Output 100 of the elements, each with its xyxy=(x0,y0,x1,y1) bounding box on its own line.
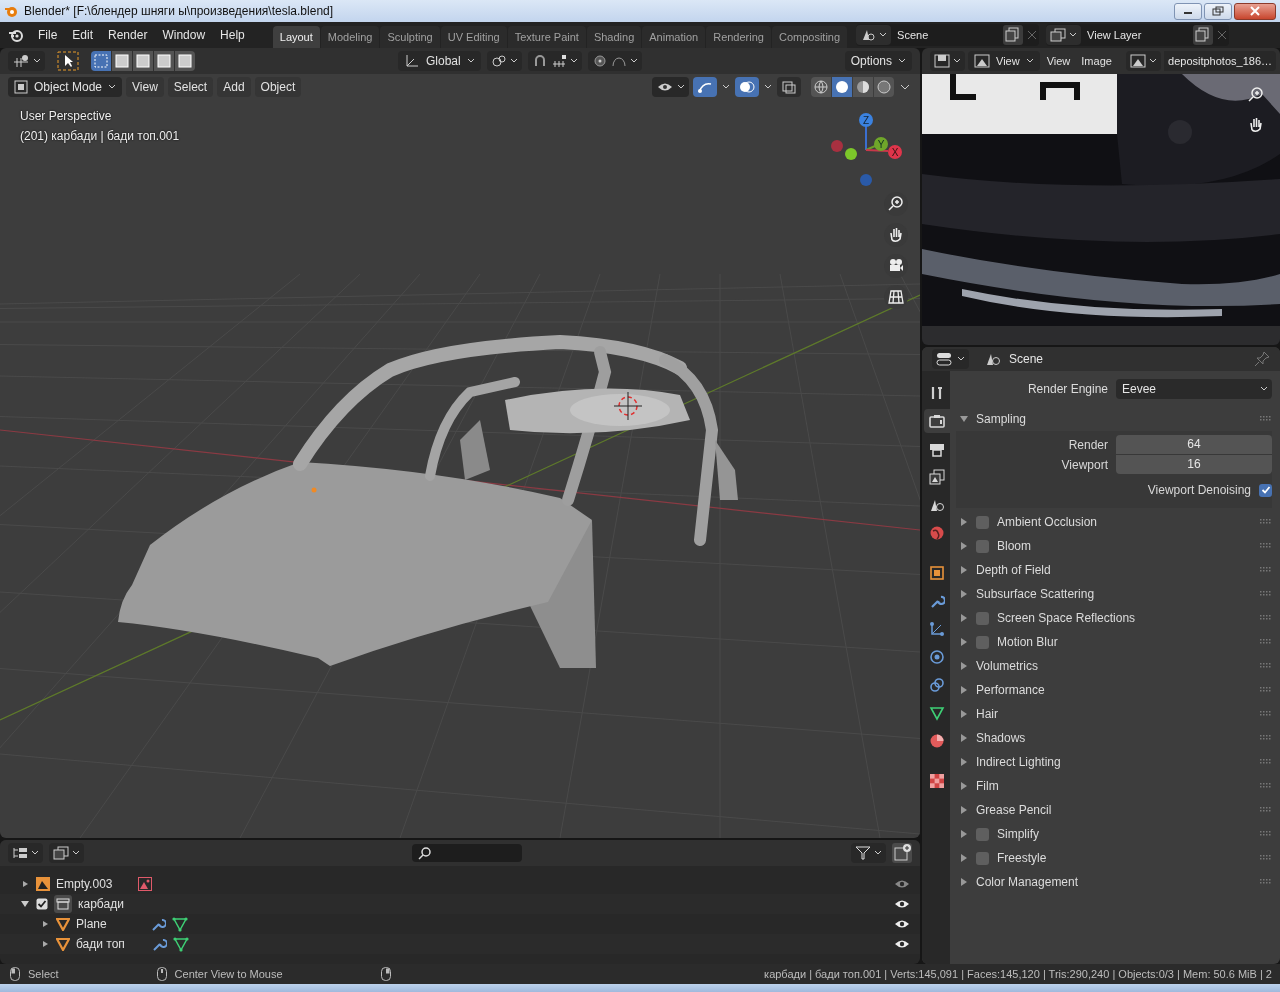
expand-arrow-icon[interactable] xyxy=(960,590,968,598)
eye-icon[interactable] xyxy=(894,898,910,910)
expand-arrow-icon[interactable] xyxy=(960,710,968,718)
wireframe-shading-button[interactable] xyxy=(811,77,831,97)
eye-icon[interactable] xyxy=(894,918,910,930)
drag-handle-icon[interactable] xyxy=(1260,591,1272,597)
expand-arrow-icon[interactable] xyxy=(960,734,968,742)
search-field[interactable] xyxy=(412,844,522,862)
rendered-shading-button[interactable] xyxy=(874,77,894,97)
axis-handle[interactable]: X xyxy=(888,145,902,159)
panel-title[interactable]: Depth of Field xyxy=(976,563,1051,577)
workspace-tab[interactable]: Rendering xyxy=(706,26,771,48)
workspace-tab[interactable]: Modeling xyxy=(320,26,380,48)
drag-handle-icon[interactable] xyxy=(1260,879,1272,885)
render-engine-dropdown[interactable]: Eevee xyxy=(1116,379,1272,399)
material-shading-button[interactable] xyxy=(853,77,873,97)
solid-shading-button[interactable] xyxy=(832,77,852,97)
render-tab[interactable] xyxy=(924,409,950,433)
panel-title[interactable]: Volumetrics xyxy=(976,659,1039,673)
view-layer-selector-button[interactable] xyxy=(1046,25,1082,45)
pivot-point-dropdown[interactable] xyxy=(486,51,522,71)
panel-title[interactable]: Grease Pencil xyxy=(976,803,1052,817)
proportional-editing-button[interactable] xyxy=(587,51,642,71)
gizmo-toggle-button[interactable] xyxy=(693,77,717,97)
filter-dropdown[interactable] xyxy=(851,843,886,863)
editor-type-button[interactable] xyxy=(932,349,969,369)
duplicate-icon[interactable] xyxy=(1003,25,1024,45)
checkbox[interactable] xyxy=(976,611,989,625)
select-mode-button[interactable] xyxy=(91,51,111,71)
panel-title[interactable]: Shadows xyxy=(976,731,1026,745)
image-browse-button[interactable] xyxy=(1126,51,1162,71)
drag-handle-icon[interactable] xyxy=(1260,639,1272,645)
expand-arrow-icon[interactable] xyxy=(960,782,968,790)
expand-arrow-icon[interactable] xyxy=(20,899,30,909)
panel-title[interactable]: Freestyle xyxy=(997,851,1047,865)
close-button[interactable] xyxy=(1234,2,1276,20)
expand-arrow-icon[interactable] xyxy=(960,542,968,550)
workspace-tab[interactable]: Compositing xyxy=(771,26,848,48)
expand-arrow-icon[interactable] xyxy=(960,614,968,622)
drag-handle-icon[interactable] xyxy=(1260,567,1272,573)
overlays-toggle-button[interactable] xyxy=(735,77,759,97)
drag-handle-icon[interactable] xyxy=(1260,759,1272,765)
panel-title[interactable]: Hair xyxy=(976,707,998,721)
drag-handle-icon[interactable] xyxy=(1260,783,1272,789)
expand-arrow-icon[interactable] xyxy=(960,638,968,646)
drag-handle-icon[interactable] xyxy=(1260,735,1272,741)
editor-type-button[interactable] xyxy=(930,51,965,71)
drag-handle-icon[interactable] xyxy=(1260,831,1272,837)
number-field[interactable]: 64 xyxy=(1116,435,1272,454)
image-name-field[interactable]: depositphotos_186… xyxy=(1164,51,1276,71)
expand-arrow-icon[interactable] xyxy=(42,920,50,928)
panel-title[interactable]: Sampling xyxy=(976,412,1027,426)
menu-item[interactable]: Render xyxy=(101,25,155,45)
menu-item[interactable]: File xyxy=(31,25,65,45)
menu-button[interactable]: Add xyxy=(217,77,251,97)
blender-menu-icon[interactable] xyxy=(8,27,24,43)
checkbox[interactable] xyxy=(36,898,48,910)
checkbox[interactable] xyxy=(976,515,989,529)
checkbox[interactable] xyxy=(976,635,989,649)
axis-handle[interactable] xyxy=(845,148,857,160)
workspace-tab[interactable]: Animation xyxy=(642,26,706,48)
expand-arrow-icon[interactable] xyxy=(960,518,968,526)
workspace-tab[interactable]: Shading xyxy=(586,26,642,48)
expand-arrow-icon[interactable] xyxy=(42,940,50,948)
workspace-tab[interactable]: Sculpting xyxy=(380,26,440,48)
zoom-icon[interactable] xyxy=(1246,84,1266,104)
outliner-item[interactable]: бади топ xyxy=(76,937,125,951)
checkbox[interactable] xyxy=(976,539,989,553)
minimize-button[interactable] xyxy=(1174,2,1202,20)
axis-handle[interactable]: Y xyxy=(874,137,888,151)
panel-title[interactable]: Screen Space Reflections xyxy=(997,611,1136,625)
outliner-item[interactable]: Plane xyxy=(76,917,124,931)
snap-button[interactable] xyxy=(527,51,582,71)
panel-title[interactable]: Color Management xyxy=(976,875,1079,889)
axis-handle[interactable]: Z xyxy=(859,113,873,127)
expand-arrow-icon[interactable] xyxy=(960,686,968,694)
panel-title[interactable]: Motion Blur xyxy=(997,635,1058,649)
editor-type-button[interactable] xyxy=(8,51,45,71)
expand-arrow-icon[interactable] xyxy=(960,662,968,670)
menu-button[interactable]: Select xyxy=(167,77,214,97)
checkbox[interactable] xyxy=(1259,483,1272,497)
menu-item[interactable]: Window xyxy=(155,25,213,45)
outliner-item[interactable]: Empty.003 xyxy=(56,877,113,891)
panel-title[interactable]: Performance xyxy=(976,683,1045,697)
number-field[interactable]: 16 xyxy=(1116,455,1272,474)
expand-arrow-icon[interactable] xyxy=(960,830,968,838)
select-mode-button[interactable] xyxy=(175,51,195,71)
expand-arrow-icon[interactable] xyxy=(960,806,968,814)
drag-handle-icon[interactable] xyxy=(1260,416,1272,422)
axis-handle[interactable] xyxy=(831,140,843,152)
menu-button[interactable]: View xyxy=(126,77,164,97)
view-mode-dropdown[interactable]: View xyxy=(968,51,1040,71)
workspace-tab[interactable]: Texture Paint xyxy=(507,26,586,48)
visibility-dropdown[interactable] xyxy=(652,77,689,97)
drag-handle-icon[interactable] xyxy=(1260,807,1272,813)
transform-orientation-dropdown[interactable]: Global xyxy=(398,51,481,71)
object-mode-dropdown[interactable]: Object Mode xyxy=(8,77,123,97)
drag-handle-icon[interactable] xyxy=(1260,663,1272,669)
select-tool-icon[interactable] xyxy=(57,51,79,71)
drag-handle-icon[interactable] xyxy=(1260,855,1272,861)
